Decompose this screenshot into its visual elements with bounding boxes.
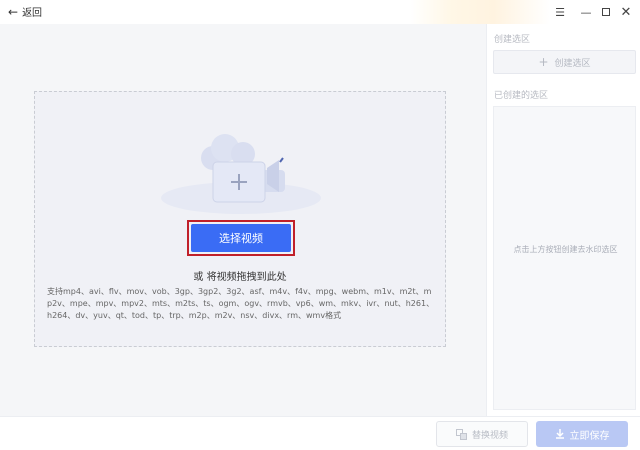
created-areas-list: 点击上方按钮创建去水印选区 xyxy=(493,106,636,410)
close-icon[interactable]: ✕ xyxy=(618,4,634,20)
save-now-label: 立即保存 xyxy=(569,430,610,442)
replace-video-label: 替换视频 xyxy=(471,430,508,441)
replace-icon xyxy=(455,428,467,440)
minimize-icon[interactable]: — xyxy=(578,4,594,20)
title-glow xyxy=(410,0,550,24)
select-video-highlight: 选择视频 xyxy=(187,220,295,256)
back-label: 返回 xyxy=(22,8,43,19)
back-arrow-icon: ← xyxy=(8,4,19,19)
plus-icon: + xyxy=(538,55,549,69)
maximize-icon[interactable] xyxy=(598,4,614,20)
save-now-button[interactable]: 立即保存 xyxy=(536,421,628,447)
create-area-label: 创建选区 xyxy=(554,58,591,69)
replace-video-button[interactable]: 替换视频 xyxy=(436,421,528,447)
video-add-icon xyxy=(161,134,321,214)
footer-bar: 替换视频 立即保存 xyxy=(0,416,640,450)
empty-hint: 点击上方按钮创建去水印选区 xyxy=(513,245,618,254)
main-area: 选择视频 或 将视频拖拽到此处 支持mp4、avi、flv、mov、vob、3g… xyxy=(0,24,486,416)
menu-icon[interactable]: ☰ xyxy=(552,4,568,20)
back-button[interactable]: ← 返回 xyxy=(8,4,43,20)
supported-formats: 支持mp4、avi、flv、mov、vob、3gp、3gp2、3g2、asf、m… xyxy=(47,287,435,320)
select-video-button[interactable]: 选择视频 xyxy=(191,224,291,252)
create-area-button[interactable]: + 创建选区 xyxy=(493,50,636,74)
video-dropzone[interactable]: 选择视频 或 将视频拖拽到此处 支持mp4、avi、flv、mov、vob、3g… xyxy=(34,91,446,347)
title-bar: ← 返回 ☰ — ✕ xyxy=(0,0,640,24)
selection-panel: 创建选区 + 创建选区 已创建的选区 点击上方按钮创建去水印选区 xyxy=(486,24,640,416)
create-section-title: 创建选区 xyxy=(494,35,531,45)
download-icon xyxy=(555,429,564,439)
created-section-title: 已创建的选区 xyxy=(494,91,549,101)
drag-hint: 或 将视频拖拽到此处 xyxy=(193,272,287,283)
